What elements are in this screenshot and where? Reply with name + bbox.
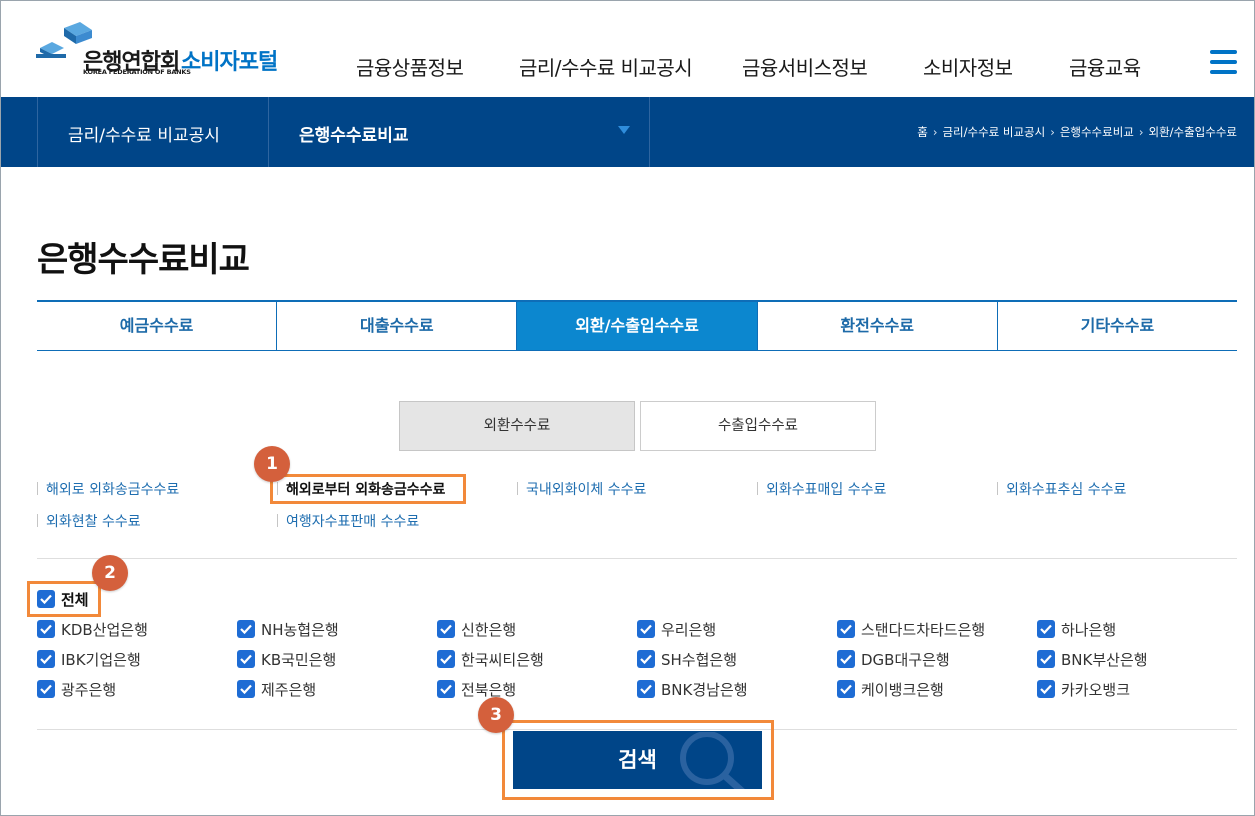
breadcrumb-item[interactable]: 금리/수수료 비교공시: [942, 125, 1045, 139]
checkbox-checked-icon[interactable]: [437, 620, 455, 638]
search-button-label: 검색: [618, 748, 657, 772]
bank-label: KB국민은행: [261, 651, 337, 669]
subnav-current-dropdown[interactable]: 은행수수료비교: [299, 121, 408, 146]
tab-other-fee[interactable]: 기타수수료: [996, 302, 1237, 350]
sub-navigation-bar: 금리/수수료 비교공시 은행수수료비교 홈 › 금리/수수료 비교공시 › 은행수수료비…: [0, 97, 1255, 167]
bank-label: 케이뱅크은행: [861, 681, 944, 699]
site-header: 은행연합회 KOREA FEDERATION OF BANKS 소비자포털 금융…: [0, 0, 1255, 97]
nav-rate-fee-disclosure[interactable]: 금리/수수료 비교공시: [519, 52, 693, 81]
link-cash-fee[interactable]: 외화현찰 수수료: [37, 511, 141, 531]
bank-label: IBK기업은행: [61, 651, 141, 669]
breadcrumb-item[interactable]: 은행수수료비교: [1060, 125, 1134, 139]
chevron-right-icon: ›: [1050, 125, 1055, 139]
link-travelers-check-fee[interactable]: 여행자수표판매 수수료: [277, 511, 419, 531]
link-check-purchase-fee[interactable]: 외화수표매입 수수료: [757, 479, 886, 499]
bank-label: 스탠다드차타드은행: [861, 621, 986, 639]
checkbox-checked-icon[interactable]: [37, 620, 55, 638]
checkbox-checked-icon[interactable]: [837, 680, 855, 698]
breadcrumb-current: 외환/수출입수수료: [1148, 125, 1237, 139]
checkbox-checked-icon[interactable]: [37, 650, 55, 668]
subtab-trade-fee[interactable]: 수출입수수료: [640, 401, 876, 451]
nav-financial-education[interactable]: 금융교육: [1069, 52, 1141, 81]
page-title: 은행수수료비교: [37, 240, 250, 280]
checkbox-checked-icon[interactable]: [37, 680, 55, 698]
checkbox-checked-icon[interactable]: [237, 680, 255, 698]
tab-loan-fee[interactable]: 대출수수료: [276, 302, 516, 350]
tab-deposit-fee[interactable]: 예금수수료: [37, 302, 276, 350]
site-logo[interactable]: 은행연합회 KOREA FEDERATION OF BANKS 소비자포털: [36, 18, 286, 80]
logo-english: KOREA FEDERATION OF BANKS: [83, 68, 191, 76]
chevron-right-icon: ›: [932, 125, 938, 139]
bank-label: DGB대구은행: [861, 651, 950, 669]
bank-label: 제주은행: [261, 681, 317, 699]
caret-down-icon[interactable]: [618, 126, 630, 134]
checkbox-checked-icon[interactable]: [1037, 650, 1055, 668]
bank-label: SH수협은행: [661, 651, 738, 669]
checkbox-checked-icon[interactable]: [637, 680, 655, 698]
highlight-box: [27, 581, 101, 617]
bank-label: 광주은행: [61, 681, 117, 699]
bank-label: BNK경남은행: [661, 681, 748, 699]
chevron-right-icon: ›: [1138, 125, 1144, 139]
step-marker: 2: [92, 555, 128, 591]
divider: [37, 558, 1237, 559]
bank-label: 신한은행: [461, 621, 517, 639]
portal-title: 소비자포털: [181, 50, 278, 75]
checkbox-checked-icon[interactable]: [237, 650, 255, 668]
nav-consumer-info[interactable]: 소비자정보: [923, 52, 1013, 81]
magnifier-icon: [680, 732, 745, 789]
bank-label: BNK부산은행: [1061, 651, 1148, 669]
checkbox-checked-icon[interactable]: [637, 650, 655, 668]
hamburger-icon[interactable]: [1210, 49, 1237, 76]
bank-label: KDB산업은행: [61, 621, 148, 639]
step-marker: 3: [478, 697, 514, 733]
checkbox-checked-icon[interactable]: [837, 650, 855, 668]
search-button[interactable]: 검색: [513, 731, 762, 789]
link-outward-remittance-fee[interactable]: 해외로 외화송금수수료: [37, 479, 179, 499]
link-check-collection-fee[interactable]: 외화수표추심 수수료: [997, 479, 1126, 499]
bank-label: NH농협은행: [261, 621, 339, 639]
highlight-box: [270, 474, 466, 504]
checkbox-checked-icon[interactable]: [437, 680, 455, 698]
link-domestic-forex-transfer-fee[interactable]: 국내외화이체 수수료: [517, 479, 646, 499]
checkbox-checked-icon[interactable]: [637, 620, 655, 638]
checkbox-checked-icon[interactable]: [437, 650, 455, 668]
step-marker: 1: [254, 446, 290, 482]
subtab-forex-fee[interactable]: 외환수수료: [399, 401, 635, 451]
nav-financial-services[interactable]: 금융서비스정보: [742, 52, 868, 81]
fee-category-tabs: 예금수수료 대출수수료 외환/수출입수수료 환전수수료 기타수수료: [37, 300, 1237, 351]
nav-financial-products[interactable]: 금융상품정보: [356, 52, 464, 81]
bank-label: 카카오뱅크: [1061, 681, 1131, 699]
bank-label: 하나은행: [1061, 621, 1117, 639]
bank-label: 한국씨티은행: [461, 651, 544, 669]
bank-label: 전북은행: [461, 681, 517, 699]
checkbox-checked-icon[interactable]: [1037, 620, 1055, 638]
tab-forex-trade-fee[interactable]: 외환/수출입수수료: [516, 302, 757, 350]
breadcrumb-home[interactable]: 홈: [917, 125, 928, 139]
subnav-section[interactable]: 금리/수수료 비교공시: [68, 121, 220, 146]
checkbox-checked-icon[interactable]: [237, 620, 255, 638]
checkbox-checked-icon[interactable]: [837, 620, 855, 638]
bank-label: 우리은행: [661, 621, 717, 639]
tab-exchange-fee[interactable]: 환전수수료: [756, 302, 997, 350]
breadcrumb: 홈 › 금리/수수료 비교공시 › 은행수수료비교 › 외환/수출입수수료: [917, 124, 1237, 140]
checkbox-checked-icon[interactable]: [1037, 680, 1055, 698]
